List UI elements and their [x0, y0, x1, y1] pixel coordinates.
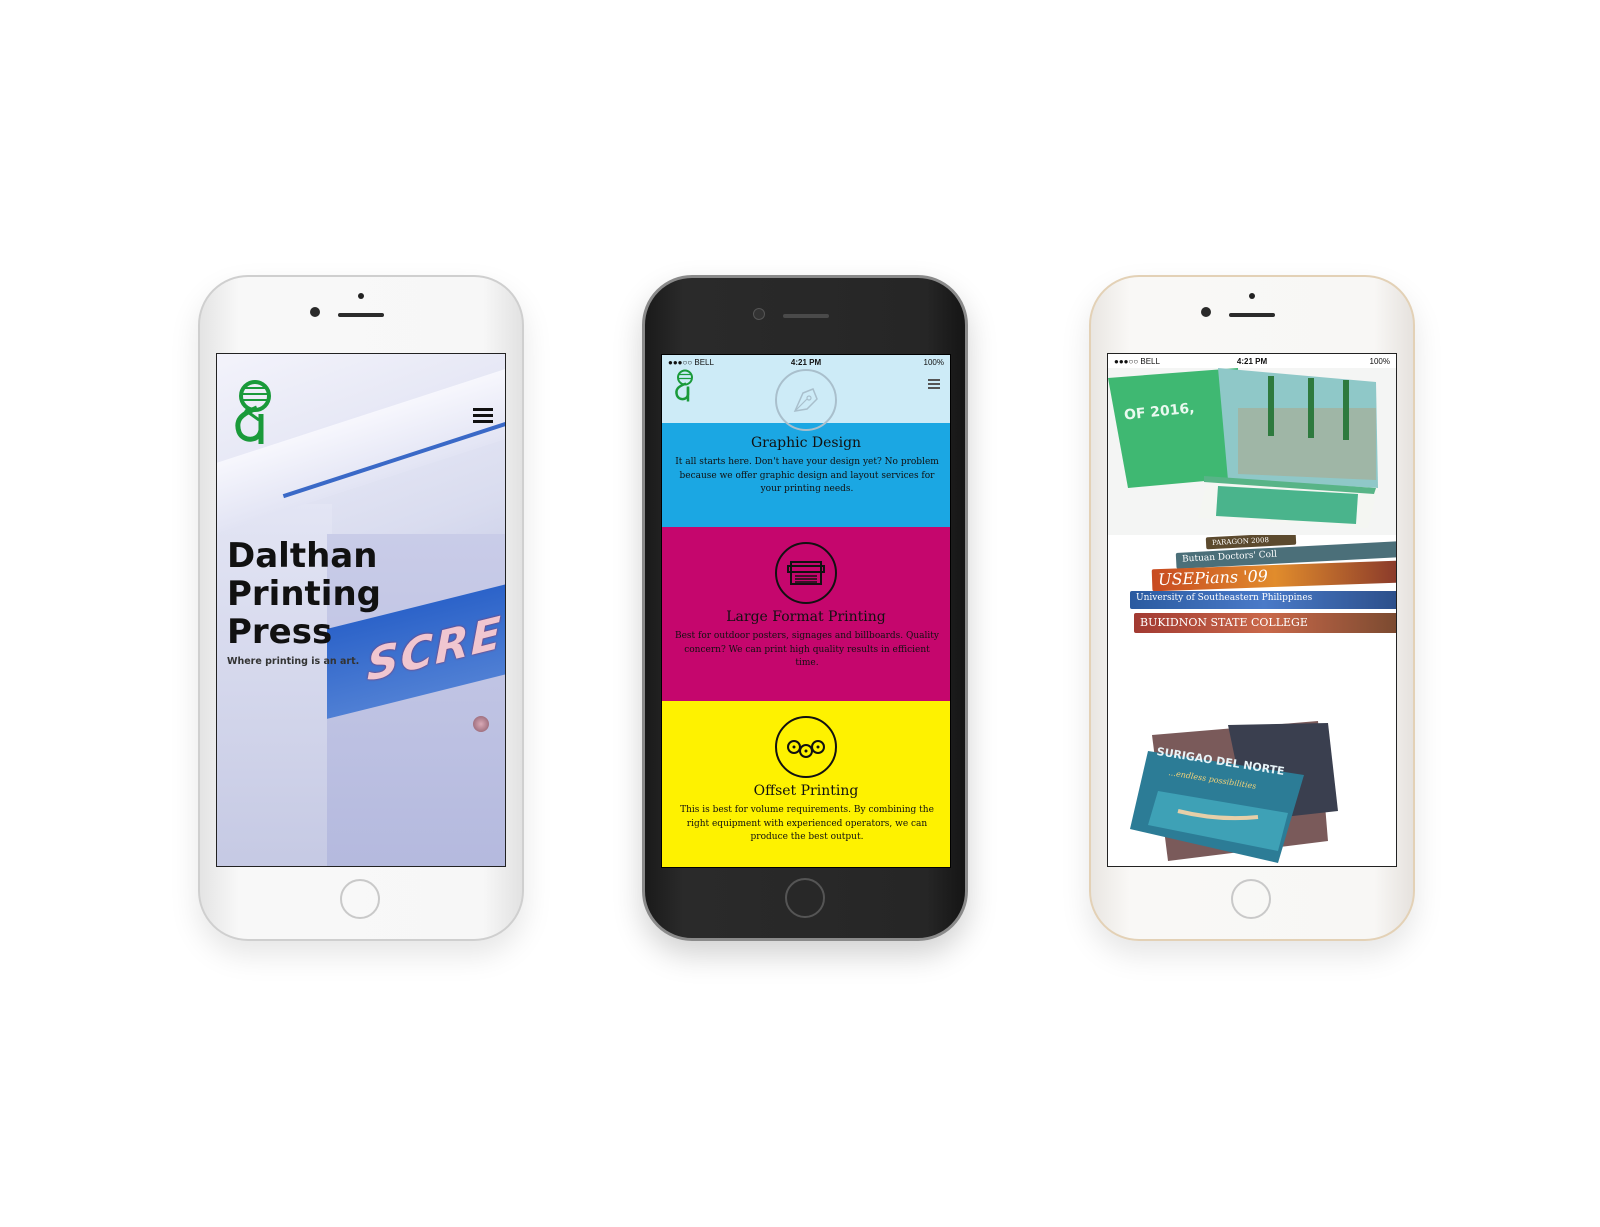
earpiece	[1229, 313, 1275, 317]
service-description: It all starts here. Don't have your desi…	[675, 457, 939, 494]
home-button[interactable]	[340, 879, 380, 919]
book-spine: University of Southeastern Philippines	[1130, 591, 1396, 609]
phone-mockup-right: ●●●○○ BELL 4:21 PM 100% OF 2016, Butuan …	[1089, 275, 1415, 941]
page-title: Dalthan Printing Press	[227, 536, 381, 652]
tagline: Where printing is an art.	[227, 656, 360, 667]
service-description: Best for outdoor posters, signages and b…	[674, 631, 940, 668]
earpiece	[783, 314, 829, 318]
gallery-image-brochure[interactable]: OF 2016,	[1108, 368, 1396, 535]
sensor-dot	[358, 293, 364, 299]
service-title: Offset Printing	[753, 783, 859, 799]
status-bar: ●●●○○ BELL 4:21 PM 100%	[1108, 354, 1396, 368]
sensor-dot	[1249, 293, 1255, 299]
gallery-image-books[interactable]: Butuan Doctors' Coll USEPians '09 Univer…	[1108, 535, 1396, 721]
status-bar: ●●●○○ BELL 4:21 PM 100%	[662, 355, 950, 369]
phone-mockup-left: SCRE Dalthan Printing Press Where printi…	[198, 275, 524, 941]
earpiece	[338, 313, 384, 317]
phone-mockup-center: ●●●○○ BELL 4:21 PM 100% Graphic Design I…	[642, 275, 968, 941]
front-camera	[1201, 307, 1211, 317]
large-printer-icon	[775, 542, 837, 604]
battery-label: 100%	[923, 358, 944, 367]
clock: 4:21 PM	[1236, 357, 1268, 366]
service-description: This is best for volume requirements. By…	[680, 805, 934, 842]
gallery-image-postcards[interactable]: SURIGAO DEL NORTE ...endless possibiliti…	[1108, 721, 1396, 866]
dalthan-logo-icon[interactable]	[229, 380, 273, 446]
battery-label: 100%	[1369, 357, 1390, 366]
book-spine: BUKIDNON STATE COLLEGE	[1134, 613, 1396, 633]
service-title: Graphic Design	[750, 435, 862, 451]
service-title: Large Format Printing	[726, 609, 886, 625]
offset-rollers-icon	[775, 716, 837, 778]
hamburger-menu-icon[interactable]	[473, 408, 493, 424]
screen-home: SCRE Dalthan Printing Press Where printi…	[216, 353, 506, 867]
front-camera	[310, 307, 320, 317]
clock: 4:21 PM	[790, 358, 822, 367]
dalthan-logo-icon[interactable]	[672, 369, 694, 403]
home-button[interactable]	[785, 878, 825, 918]
pen-nib-icon	[775, 369, 837, 431]
home-button[interactable]	[1231, 879, 1271, 919]
screen-gallery: ●●●○○ BELL 4:21 PM 100% OF 2016, Butuan …	[1107, 353, 1397, 867]
hamburger-menu-icon[interactable]	[928, 379, 940, 389]
front-camera	[753, 308, 765, 320]
screen-services: ●●●○○ BELL 4:21 PM 100% Graphic Design I…	[661, 354, 951, 868]
